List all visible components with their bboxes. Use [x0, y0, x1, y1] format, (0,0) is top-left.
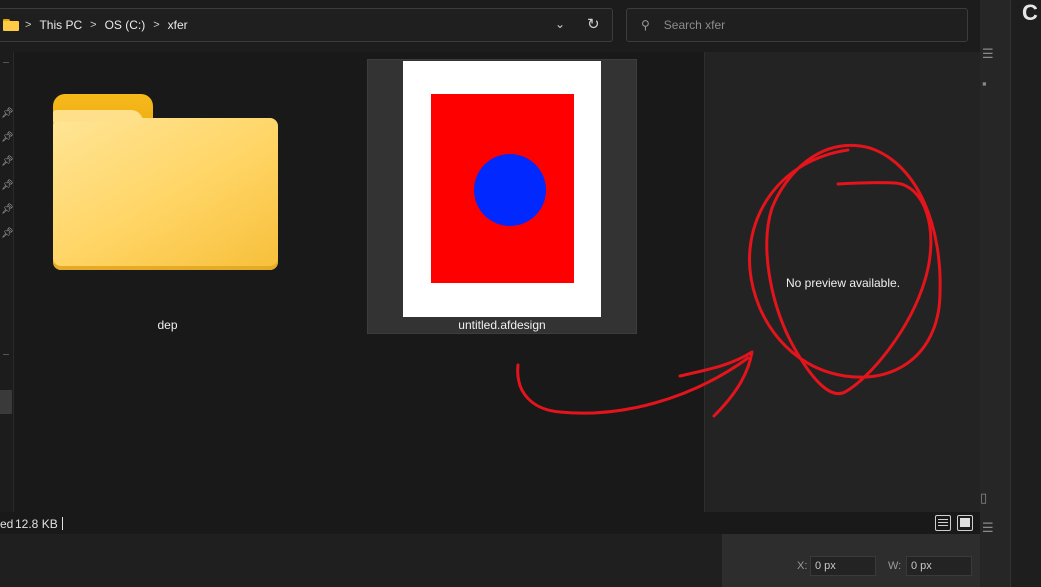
menu-icon[interactable]: ☰ [982, 520, 994, 536]
address-bar-row: > This PC > OS (C:) > xfer ⌄ ↻ ⚲ Search … [0, 0, 980, 52]
x-label: X: [797, 560, 808, 572]
file-name-label[interactable]: untitled.afdesign [367, 318, 637, 332]
status-divider [62, 517, 63, 530]
background-app-sidebar [980, 0, 1041, 587]
chevron-right-icon[interactable]: > [90, 19, 96, 31]
pin-icon[interactable]: 📌︎ [1, 228, 14, 239]
address-bar[interactable]: > This PC > OS (C:) > xfer ⌄ ↻ [0, 8, 613, 42]
nav-divider [3, 62, 9, 63]
nav-divider [3, 354, 9, 355]
w-field[interactable]: 0 px [906, 556, 972, 576]
search-input[interactable]: Search xfer [664, 18, 725, 32]
search-box[interactable]: ⚲ Search xfer [626, 8, 968, 42]
lock-icon[interactable]: ▪ [982, 76, 987, 91]
chevron-right-icon[interactable]: > [25, 19, 31, 31]
pin-icon[interactable]: 📌︎ [1, 108, 14, 119]
file-list[interactable]: dep untitled.afdesign [15, 52, 704, 512]
status-bar: ed 12.8 KB [0, 512, 980, 534]
preview-pane: No preview available. [704, 52, 980, 512]
refresh-icon[interactable]: ↻ [587, 15, 600, 33]
breadcrumb-xfer[interactable]: xfer [168, 18, 188, 32]
folder-name-label[interactable]: dep [115, 318, 220, 332]
preview-message: No preview available. [785, 276, 901, 290]
file-item-selected[interactable] [367, 59, 637, 334]
folder-icon [3, 19, 19, 31]
folder-icon[interactable] [53, 94, 278, 270]
breadcrumb-this-pc[interactable]: This PC [39, 18, 82, 32]
pin-icon[interactable]: 📌︎ [1, 132, 14, 143]
file-explorer-window: > This PC > OS (C:) > xfer ⌄ ↻ ⚲ Search … [0, 0, 980, 534]
background-app-title-letter: C [1022, 0, 1038, 25]
large-icons-view-button[interactable] [957, 515, 973, 531]
trash-icon[interactable]: ▯ [980, 490, 987, 506]
search-icon: ⚲ [641, 18, 650, 32]
status-size: 12.8 KB [15, 517, 58, 531]
details-view-button[interactable] [935, 515, 951, 531]
thumbnail-blue-circle [474, 154, 546, 226]
pin-icon[interactable]: 📌︎ [1, 156, 14, 167]
status-selection-text: ed [0, 517, 14, 531]
navigation-pane[interactable]: 📌︎ 📌︎ 📌︎ 📌︎ 📌︎ 📌︎ [0, 52, 14, 512]
x-field[interactable]: 0 px [810, 556, 876, 576]
breadcrumb-os-c[interactable]: OS (C:) [105, 18, 146, 32]
w-label: W: [888, 560, 902, 572]
pin-icon[interactable]: 📌︎ [1, 180, 14, 191]
file-thumbnail [403, 61, 601, 317]
pin-icon[interactable]: 📌︎ [1, 204, 14, 215]
screen: C ☰ ▪ ▯ ☰ X: 0 px W: 0 px > This PC > OS… [0, 0, 1041, 587]
nav-item-selected[interactable] [0, 390, 12, 414]
chevron-right-icon[interactable]: > [153, 19, 159, 31]
chevron-down-icon[interactable]: ⌄ [555, 17, 565, 31]
menu-icon[interactable]: ☰ [982, 46, 994, 62]
